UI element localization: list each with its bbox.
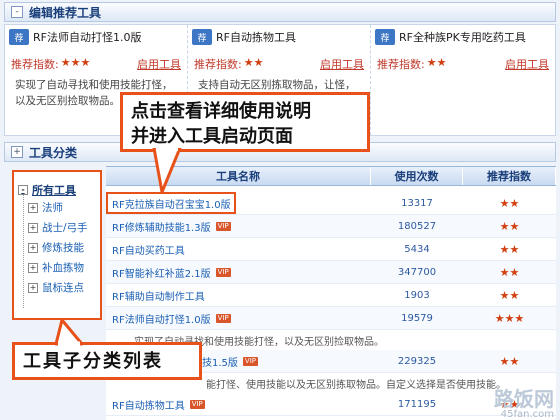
collapse-box-icon[interactable]: - xyxy=(18,185,28,195)
rating-stars: ★★ xyxy=(499,196,520,210)
expand-box-icon[interactable]: + xyxy=(28,222,38,233)
callout-click-details: 点击查看详细使用说明 并进入工具启动页面 xyxy=(120,92,370,152)
callout-pointer-icon xyxy=(152,148,182,194)
tree-root-label: 所有工具 xyxy=(32,184,76,197)
recommend-badge-icon: 荐 xyxy=(192,29,212,45)
expand-box-icon[interactable]: + xyxy=(28,262,38,273)
tool-name-link[interactable]: RF智能补红补蓝2.1版 xyxy=(112,265,211,280)
table-row[interactable]: RF智能补红补蓝2.1版 VIP 347700 ★★ xyxy=(106,261,556,284)
category-tree: - 所有工具 + 法师 + 战士/弓手 + 修炼技能 + 补血拣物 + 鼠标连点 xyxy=(12,170,102,320)
column-header-usage[interactable]: 使用次数 xyxy=(371,167,463,185)
usage-count: 13317 xyxy=(401,197,433,209)
tool-description xyxy=(381,77,549,111)
vip-badge-icon: VIP xyxy=(189,399,205,409)
usage-count: 5434 xyxy=(404,243,430,255)
tree-item-label: 修炼技能 xyxy=(42,242,84,254)
usage-count: 171195 xyxy=(397,398,437,410)
tree-item-heal-pickup[interactable]: + 补血拣物 xyxy=(28,260,84,275)
recommended-tool-name[interactable]: RF自动拣物工具 xyxy=(216,29,296,45)
recommended-tool-name[interactable]: RF全种族PK专用吃药工具 xyxy=(399,29,526,45)
launch-tool-link[interactable]: 启用工具 xyxy=(137,56,181,72)
table-row[interactable]: RF自动买药工具 5434 ★★ xyxy=(106,238,556,261)
rating-stars: ★★ xyxy=(499,288,520,302)
rating-label-group: 推荐指数: ★★ xyxy=(194,56,263,72)
recommended-section-header: - 编辑推荐工具 xyxy=(4,2,556,22)
recommended-tool-name[interactable]: RF法师自动打怪1.0版 xyxy=(33,29,141,45)
category-section-title: 工具分类 xyxy=(29,145,78,160)
recommend-badge-icon: 荐 xyxy=(375,29,395,45)
launch-tool-link[interactable]: 启用工具 xyxy=(505,56,549,72)
tree-item-label: 补血拣物 xyxy=(42,262,84,274)
expand-box-icon[interactable]: + xyxy=(28,282,38,293)
rating-stars: ★★ xyxy=(426,56,447,69)
usage-count: 347700 xyxy=(397,266,437,278)
vip-badge-icon: VIP xyxy=(215,221,231,231)
tree-item-label: 战士/弓手 xyxy=(42,222,88,234)
tree-item-label: 法师 xyxy=(42,202,63,214)
recommended-section-title: 编辑推荐工具 xyxy=(29,5,102,20)
column-header-rating[interactable]: 推荐指数 xyxy=(463,167,556,185)
rating-stars: ★★ xyxy=(499,354,520,368)
usage-count: 180527 xyxy=(397,220,437,232)
callout-subcategory-list: 工具子分类列表 xyxy=(12,342,202,380)
rating-stars: ★★★ xyxy=(60,56,91,69)
tree-item-warrior-archer[interactable]: + 战士/弓手 xyxy=(28,220,88,235)
recommended-tool-card: 荐 RF全种族PK专用吃药工具 推荐指数: ★★ 启用工具 xyxy=(371,25,555,135)
usage-count: 1903 xyxy=(404,289,430,301)
site-watermark: 路饭网 45fan.com xyxy=(494,389,554,420)
rating-label-group: 推荐指数: ★★★ xyxy=(11,56,90,72)
tree-connector-line xyxy=(23,194,24,308)
table-row[interactable]: RF法师自动打怪1.0版 VIP 19579 ★★★ xyxy=(106,307,556,330)
rating-label: 推荐指数: xyxy=(194,58,242,71)
rating-label: 推荐指数: xyxy=(377,58,425,71)
table-row[interactable]: RF自动拣物工具 VIP 171195 ★★ xyxy=(106,393,556,416)
tool-name-link[interactable]: RF自动拣物工具 xyxy=(112,397,185,412)
tool-name-link[interactable]: 技1.5版 xyxy=(202,354,238,369)
table-row[interactable]: RF辅助自动制作工具 1903 ★★ xyxy=(106,284,556,307)
vip-badge-icon: VIP xyxy=(215,267,231,277)
collapse-toggle-icon[interactable]: - xyxy=(11,6,23,18)
expand-box-icon[interactable]: + xyxy=(28,242,38,253)
watermark-main: 路饭网 xyxy=(494,387,554,411)
tool-name-link[interactable]: RF自动买药工具 xyxy=(112,242,185,257)
vip-badge-icon: VIP xyxy=(215,313,231,323)
tree-item-label: 鼠标连点 xyxy=(42,282,84,294)
usage-count: 229325 xyxy=(397,355,437,367)
rating-label-group: 推荐指数: ★★ xyxy=(377,56,446,72)
launch-tool-link[interactable]: 启用工具 xyxy=(320,56,364,72)
callout-line-1: 点击查看详细使用说明 xyxy=(131,101,311,122)
tool-name-link[interactable]: RF修炼辅助技能1.3版 xyxy=(112,219,211,234)
tool-name-link[interactable]: RF辅助自动制作工具 xyxy=(112,288,205,303)
rating-stars: ★★ xyxy=(499,265,520,279)
tree-item-skill-training[interactable]: + 修炼技能 xyxy=(28,240,84,255)
rating-stars: ★★ xyxy=(243,56,264,69)
expand-toggle-icon[interactable]: + xyxy=(11,146,23,158)
rating-stars: ★★ xyxy=(499,219,520,233)
callout-line-2: 并进入工具启动页面 xyxy=(131,126,293,147)
rating-stars: ★★ xyxy=(499,242,520,256)
tree-item-mouse-click[interactable]: + 鼠标连点 xyxy=(28,280,84,295)
callout-pointer-icon xyxy=(54,318,84,346)
vip-badge-icon: VIP xyxy=(242,356,258,366)
tool-name-link[interactable]: RF法师自动打怪1.0版 xyxy=(112,311,211,326)
table-row[interactable]: RF修炼辅助技能1.3版 VIP 180527 ★★ xyxy=(106,215,556,238)
usage-count: 19579 xyxy=(401,312,433,324)
tree-root-all-tools[interactable]: - 所有工具 xyxy=(18,182,76,198)
expand-box-icon[interactable]: + xyxy=(28,202,38,213)
rating-stars: ★★★ xyxy=(494,311,525,325)
watermark-domain: 45fan.com xyxy=(500,409,554,420)
column-header-name[interactable]: 工具名称 xyxy=(106,167,371,185)
tree-item-mage[interactable]: + 法师 xyxy=(28,200,63,215)
rating-label: 推荐指数: xyxy=(11,58,59,71)
recommend-badge-icon: 荐 xyxy=(9,29,29,45)
